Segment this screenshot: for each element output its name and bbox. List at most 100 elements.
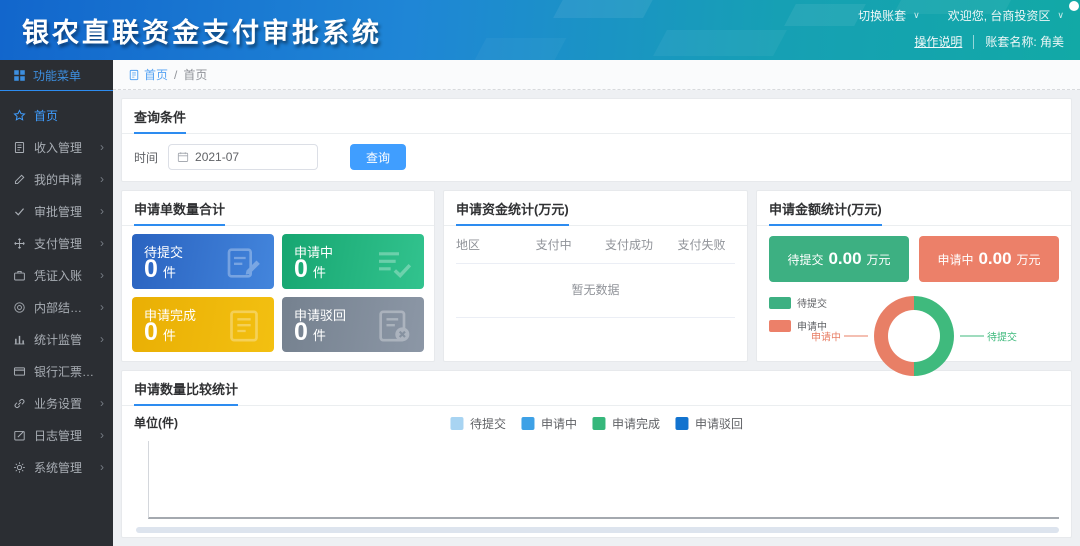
sidebar-item-1[interactable]: 收入管理› — [0, 131, 113, 163]
stat-card-0: 待提交0件 — [132, 234, 274, 289]
search-button[interactable]: 查询 — [350, 144, 406, 170]
sidebar-item-9[interactable]: 业务设置› — [0, 387, 113, 419]
sidebar-item-label: 我的申请 — [34, 171, 82, 188]
app-header: 银农直联资金支付审批系统 切换账套 ∨ 欢迎您, 台商投资区 ∨ 操作说明 账套… — [0, 0, 1080, 60]
chart-datazoom-scrollbar[interactable] — [136, 527, 1059, 533]
sidebar-item-7[interactable]: 统计监管› — [0, 323, 113, 355]
legend-label: 待提交 — [797, 295, 827, 310]
content: 查询条件 时间 2021-07 查询 申请单数量合计 待提交0件申请中0件申请完… — [113, 90, 1080, 546]
sidebar-item-2[interactable]: 我的申请 › — [0, 163, 113, 195]
chevron-right-icon: › — [100, 301, 104, 313]
stat-card-unit: 件 — [163, 262, 176, 281]
donut-label-right: 待提交 — [960, 329, 1017, 344]
stat-card-value: 0 — [294, 257, 308, 282]
breadcrumb-separator: / — [174, 68, 177, 82]
query-panel-title: 查询条件 — [122, 99, 1071, 134]
donut-ring — [874, 296, 954, 376]
time-picker-value: 2021-07 — [195, 150, 239, 164]
link-icon — [13, 397, 26, 410]
bar-legend-item[interactable]: 申请中 — [521, 415, 577, 432]
count-summary-title: 申请单数量合计 — [122, 191, 434, 226]
stat-card-3: 申请驳回0件 — [282, 297, 424, 352]
breadcrumb-home-link[interactable]: 首页 — [128, 66, 168, 83]
time-label: 时间 — [134, 149, 158, 166]
switch-account-dropdown[interactable]: 切换账套 ∨ — [858, 7, 920, 24]
home-star-icon — [13, 109, 26, 122]
amount-unit: 万元 — [1017, 251, 1041, 268]
sidebar-item-3[interactable]: 审批管理› — [0, 195, 113, 227]
sidebar-item-10[interactable]: 日志管理 › — [0, 419, 113, 451]
table-header-row: 地区支付中支付成功支付失败 — [456, 226, 735, 264]
chevron-right-icon: › — [100, 429, 104, 441]
sidebar-item-6[interactable]: 内部结算凭证› — [0, 291, 113, 323]
breadcrumb-home-label: 首页 — [144, 66, 168, 83]
calendar-icon — [177, 151, 189, 163]
sidebar-item-label: 业务设置 — [34, 395, 82, 412]
header-decoration — [653, 30, 787, 56]
sidebar-item-label: 系统管理 — [34, 459, 82, 476]
chevron-right-icon: › — [100, 173, 104, 185]
stat-card-value: 0 — [144, 257, 158, 282]
sidebar-item-0[interactable]: 首页 — [0, 99, 113, 131]
table-column-header: 支付成功 — [590, 236, 668, 253]
stat-card-unit: 件 — [313, 262, 326, 281]
bar-legend-item[interactable]: 待提交 — [450, 415, 506, 432]
legend-swatch — [450, 417, 463, 430]
chevron-down-icon: ∨ — [1057, 10, 1064, 21]
stat-card-1: 申请中0件 — [282, 234, 424, 289]
chevron-down-icon: ∨ — [913, 10, 920, 21]
bar-legend-item[interactable]: 申请完成 — [592, 415, 660, 432]
fund-stats-panel: 申请资金统计(万元) 地区支付中支付成功支付失败 暂无数据 — [443, 190, 748, 362]
sidebar-nav: 首页收入管理›我的申请›审批管理›支付管理›凭证入账›内部结算凭证›统计监管›银… — [0, 91, 113, 483]
chevron-right-icon: › — [100, 205, 104, 217]
operation-manual-link[interactable]: 操作说明 — [914, 33, 962, 50]
amount-stats-title: 申请金额统计(万元) — [757, 191, 1071, 226]
sidebar-item-8[interactable]: 银行汇票登记 — [0, 355, 113, 387]
sidebar-item-label: 日志管理 — [34, 427, 82, 444]
header-decoration — [784, 4, 866, 26]
account-name-label: 账套名称: 角美 — [985, 33, 1064, 50]
table-column-header: 地区 — [456, 236, 517, 253]
table-empty-text: 暂无数据 — [456, 264, 735, 318]
move-icon — [13, 237, 26, 250]
sidebar-item-label: 凭证入账 — [34, 267, 82, 284]
bar-chart-plot-area — [148, 441, 1059, 519]
legend-swatch — [675, 417, 688, 430]
switch-account-label: 切换账套 — [858, 7, 906, 24]
breadcrumb: 首页 / 首页 — [113, 60, 1080, 90]
count-summary-panel: 申请单数量合计 待提交0件申请中0件申请完成0件申请驳回0件 — [121, 190, 435, 362]
briefcase-icon — [13, 269, 26, 282]
sidebar-item-4[interactable]: 支付管理› — [0, 227, 113, 259]
stat-card-unit: 件 — [163, 325, 176, 344]
table-column-header: 支付中 — [517, 236, 590, 253]
sidebar-item-11[interactable]: 系统管理 › — [0, 451, 113, 483]
doc-x-icon — [374, 306, 414, 346]
sidebar-item-label: 收入管理 — [34, 139, 82, 156]
app-title: 银农直联资金支付审批系统 — [22, 11, 382, 50]
time-picker-input[interactable]: 2021-07 — [168, 144, 318, 170]
fund-stats-table: 地区支付中支付成功支付失败 暂无数据 — [444, 226, 747, 318]
legend-label: 待提交 — [470, 415, 506, 432]
stat-card-value: 0 — [294, 320, 308, 345]
chevron-right-icon: › — [100, 461, 104, 473]
amount-label: 申请中 — [937, 251, 973, 268]
sidebar: 功能菜单 首页收入管理›我的申请›审批管理›支付管理›凭证入账›内部结算凭证›统… — [0, 60, 113, 546]
amount-card-0: 待提交0.00万元 — [769, 236, 909, 282]
legend-label: 申请驳回 — [695, 415, 743, 432]
stat-card-value: 0 — [144, 320, 158, 345]
check-icon — [13, 205, 26, 218]
chevron-right-icon: › — [100, 269, 104, 281]
welcome-user-dropdown[interactable]: 欢迎您, 台商投资区 ∨ — [948, 7, 1064, 24]
comparison-chart-panel: 申请数量比较统计 单位(件) 待提交申请中申请完成申请驳回 — [121, 370, 1072, 538]
legend-swatch — [769, 320, 791, 332]
bar-legend-item[interactable]: 申请驳回 — [675, 415, 743, 432]
document-icon — [13, 141, 26, 154]
document-icon — [128, 69, 140, 81]
grid-icon — [13, 69, 26, 82]
sidebar-item-5[interactable]: 凭证入账 › — [0, 259, 113, 291]
donut-legend-item[interactable]: 待提交 — [769, 295, 827, 310]
legend-label: 申请中 — [541, 415, 577, 432]
corner-dot — [1069, 1, 1079, 11]
sidebar-item-label: 银行汇票登记 — [34, 363, 104, 380]
chevron-right-icon: › — [100, 333, 104, 345]
